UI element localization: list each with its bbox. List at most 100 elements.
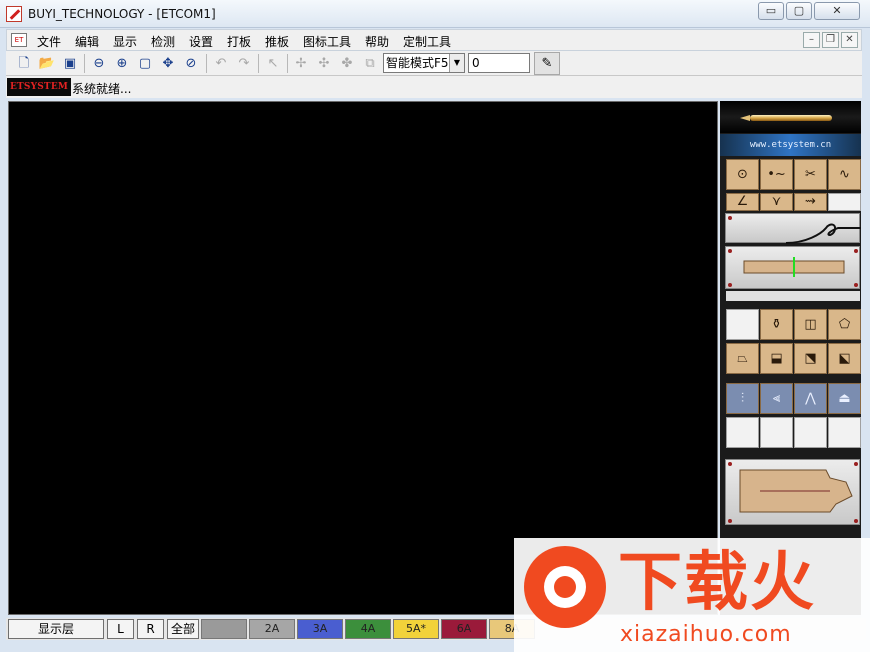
select-icon[interactable]: ↖ <box>263 54 283 73</box>
curve-shape-icon <box>785 223 861 244</box>
document-icon[interactable]: ET <box>11 33 27 47</box>
tool-sleeve-icon[interactable]: ⬓ <box>760 343 793 374</box>
status-message: 系统就绪... <box>72 82 132 96</box>
panel-dot <box>854 283 858 287</box>
pattern-piece-panel[interactable] <box>725 459 860 525</box>
layer-6A-button[interactable]: 6A <box>441 619 487 639</box>
toolbar-separator <box>84 54 85 73</box>
curve-panel[interactable] <box>725 213 861 244</box>
tool-piece-icon[interactable]: ⬠ <box>828 309 861 340</box>
grade-y-icon[interactable]: ✤ <box>337 54 357 73</box>
tool-collar-icon[interactable]: ⬔ <box>794 343 827 374</box>
zoom-in-icon[interactable]: ⊕ <box>112 54 132 73</box>
tool-skirt-icon[interactable]: ⏏ <box>828 383 861 414</box>
tool-empty <box>794 417 827 448</box>
tool-dart-icon[interactable]: ⋎ <box>760 193 793 211</box>
palette-tab-strip <box>726 291 860 301</box>
panel-dot <box>854 249 858 253</box>
tool-point-icon[interactable]: •~ <box>760 159 793 190</box>
panel-dot <box>728 216 732 220</box>
toolbar-separator <box>258 54 259 73</box>
menu-settings[interactable]: 设置 <box>189 33 213 50</box>
redo-icon[interactable]: ↷ <box>234 54 254 73</box>
chevron-down-icon[interactable]: ▼ <box>449 54 464 72</box>
pen-banner <box>720 101 861 133</box>
mdi-minimize-button[interactable]: – <box>803 32 820 48</box>
toolbar: 🗋 📂 ▣ ⊖ ⊕ ▢ ✥ ⊘ ↶ ↷ ↖ ✢ ✣ ✤ ⧉ 智能模式F5 ▼ ✎ <box>6 51 862 76</box>
tool-curve-icon[interactable]: ∿ <box>828 159 861 190</box>
etsystem-logo: ETSYSTEM <box>7 78 71 96</box>
tool-pleat-icon[interactable]: ⫶ <box>726 383 759 414</box>
menu-view[interactable]: 显示 <box>113 33 137 50</box>
left-button[interactable]: L <box>107 619 134 639</box>
menu-edit[interactable]: 编辑 <box>75 33 99 50</box>
right-button[interactable]: R <box>137 619 164 639</box>
seam-shape-icon <box>743 257 845 277</box>
tool-bottle-icon[interactable]: ⚱ <box>760 309 793 340</box>
mdi-restore-button[interactable]: ❐ <box>822 32 839 48</box>
layer-2A-button[interactable]: 2A <box>249 619 295 639</box>
pen-tool-icon[interactable]: ✎ <box>534 52 560 75</box>
status-strip: ETSYSTEM 系统就绪... <box>6 76 862 98</box>
maximize-button[interactable]: ▢ <box>786 2 812 20</box>
watermark-brand-cn: 下载火 <box>618 546 816 620</box>
mode-select[interactable]: 智能模式F5 ▼ <box>383 53 465 73</box>
tool-scissors-icon[interactable]: ✂ <box>794 159 827 190</box>
panel-dot <box>728 462 732 466</box>
pattern-piece-icon <box>739 469 853 513</box>
tool-empty <box>760 417 793 448</box>
menu-custom-tools[interactable]: 定制工具 <box>403 33 451 50</box>
grade-point-icon[interactable]: ✢ <box>291 54 311 73</box>
panel-dot <box>854 519 858 523</box>
title-bar: BUYI_TECHNOLOGY - [ETCOM1] ▭ ▢ ✕ <box>0 0 870 28</box>
tool-empty <box>828 193 861 211</box>
tool-empty <box>828 417 861 448</box>
download-logo-icon <box>524 546 606 628</box>
tool-spiral-icon[interactable]: ◫ <box>794 309 827 340</box>
zoom-window-icon[interactable]: ⊘ <box>181 54 201 73</box>
open-folder-icon[interactable]: 📂 <box>37 54 57 73</box>
pen-icon <box>750 115 832 121</box>
grade-x-icon[interactable]: ✣ <box>314 54 334 73</box>
layer-4A-button[interactable]: 4A <box>345 619 391 639</box>
minimize-button[interactable]: ▭ <box>758 2 784 20</box>
watermark: 下载火 xiazaihuo.com <box>514 538 870 652</box>
menu-bar: ET 文件 编辑 显示 检测 设置 打板 推板 图标工具 帮助 定制工具 – ❐… <box>6 29 862 51</box>
zoom-fit-icon[interactable]: ▢ <box>135 54 155 73</box>
menu-pattern[interactable]: 打板 <box>227 33 251 50</box>
mdi-close-button[interactable]: ✕ <box>841 32 858 48</box>
app-logo-icon <box>6 6 22 22</box>
tool-gather-icon[interactable]: ⫷ <box>760 383 793 414</box>
layer-1A-button[interactable] <box>201 619 247 639</box>
grade-copy-icon[interactable]: ⧉ <box>360 54 380 73</box>
menu-check[interactable]: 检测 <box>151 33 175 50</box>
panel-dot <box>728 249 732 253</box>
tool-fold-icon[interactable]: ⬕ <box>828 343 861 374</box>
pan-icon[interactable]: ✥ <box>158 54 178 73</box>
zoom-out-icon[interactable]: ⊖ <box>89 54 109 73</box>
panel-dot <box>854 462 858 466</box>
close-button[interactable]: ✕ <box>814 2 860 20</box>
tool-flare-icon[interactable]: ⋀ <box>794 383 827 414</box>
tool-empty <box>726 309 759 340</box>
menu-icon-tools[interactable]: 图标工具 <box>303 33 351 50</box>
seam-panel[interactable] <box>725 246 860 289</box>
menu-grading[interactable]: 推板 <box>265 33 289 50</box>
layer-5A-button[interactable]: 5A* <box>393 619 439 639</box>
tool-drill-icon[interactable]: ⇝ <box>794 193 827 211</box>
watermark-brand-en: xiazaihuo.com <box>620 622 792 647</box>
panel-dot <box>728 283 732 287</box>
tool-measure-icon[interactable]: ⊙ <box>726 159 759 190</box>
menu-file[interactable]: 文件 <box>37 33 61 50</box>
tool-angle-icon[interactable]: ∠ <box>726 193 759 211</box>
new-file-icon[interactable]: 🗋 <box>14 54 34 73</box>
undo-icon[interactable]: ↶ <box>211 54 231 73</box>
save-icon[interactable]: ▣ <box>60 54 80 73</box>
display-layer-button[interactable]: 显示层 <box>8 619 104 639</box>
value-input[interactable] <box>468 53 530 73</box>
menu-help[interactable]: 帮助 <box>365 33 389 50</box>
layer-3A-button[interactable]: 3A <box>297 619 343 639</box>
all-layers-button[interactable]: 全部 <box>167 619 199 639</box>
website-banner: www.etsystem.cn <box>720 134 861 156</box>
tool-pocket-icon[interactable]: ⏢ <box>726 343 759 374</box>
